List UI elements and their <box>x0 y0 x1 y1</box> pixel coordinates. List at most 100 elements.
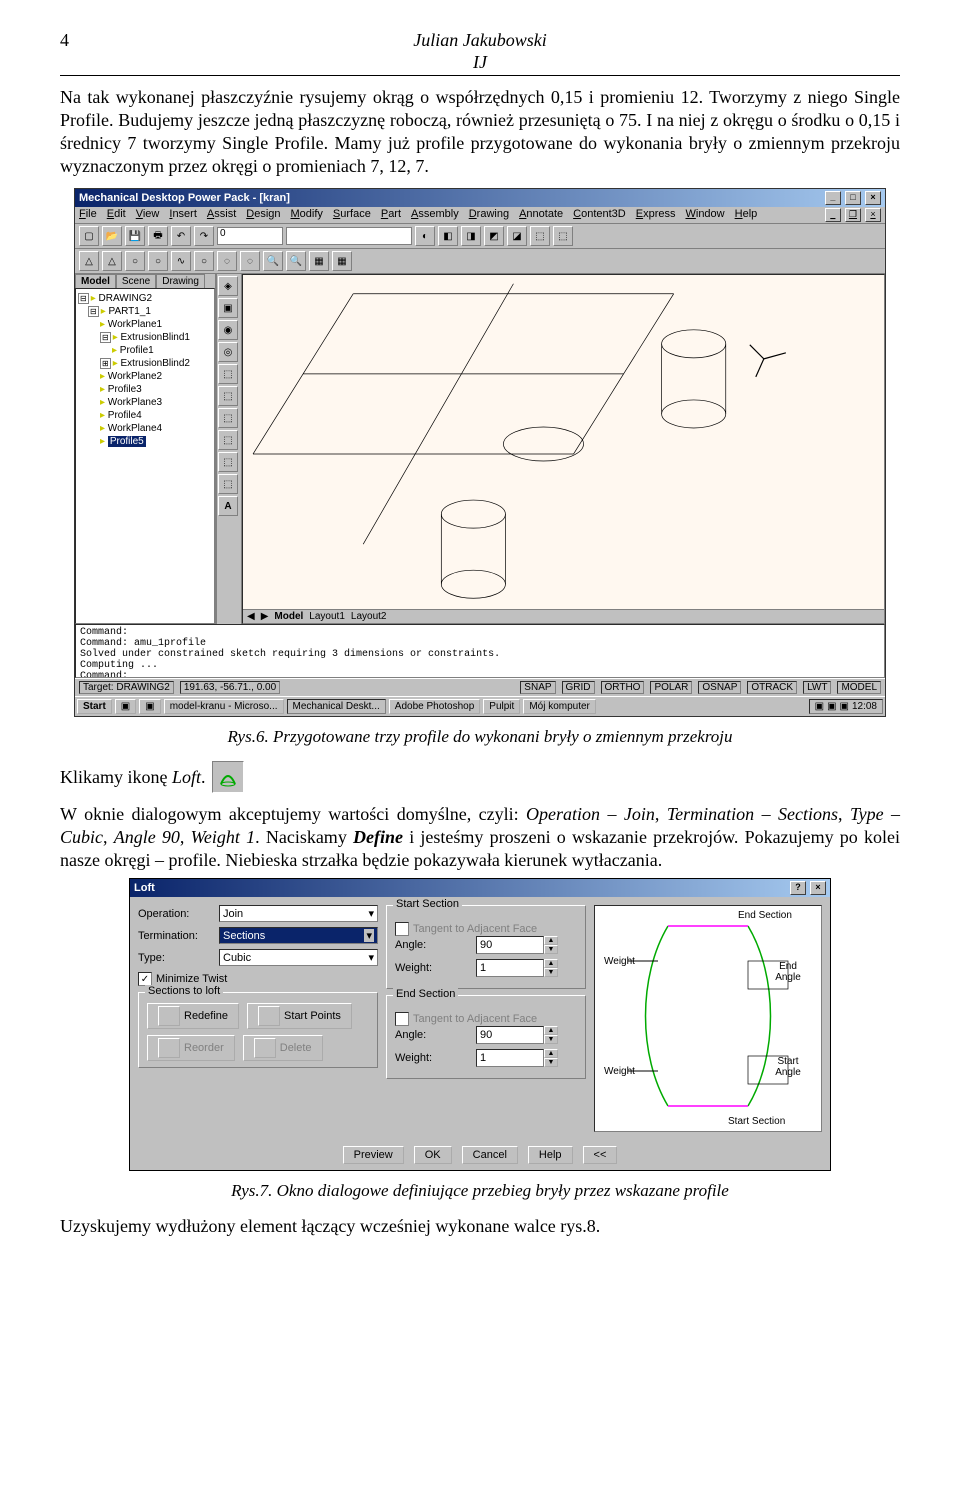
tree-node[interactable]: ⊞▸ ExtrusionBlind2 <box>78 357 212 370</box>
help-button[interactable]: Help <box>528 1146 573 1164</box>
quicklaunch-icon[interactable]: ▣ <box>139 699 160 714</box>
type-dropdown[interactable]: Cubic▾ <box>219 949 378 966</box>
tool-icon[interactable]: ◪ <box>507 226 527 246</box>
tool-icon[interactable]: ◨ <box>461 226 481 246</box>
layer-dropdown[interactable]: 0 <box>217 227 283 245</box>
menu-express[interactable]: Express <box>636 208 676 222</box>
new-icon[interactable]: ▢ <box>79 226 99 246</box>
menu-insert[interactable]: Insert <box>169 208 197 222</box>
minimize-icon[interactable]: _ <box>825 191 841 205</box>
vtab-model[interactable]: Model <box>274 611 303 622</box>
3d-viewport[interactable]: ◀ ▶ Model Layout1 Layout2 <box>242 274 885 624</box>
tray-icon[interactable]: ▣ <box>827 701 836 712</box>
tree-node[interactable]: ▸ WorkPlane1 <box>78 318 212 331</box>
tab-model[interactable]: Model <box>75 274 116 288</box>
shape-icon[interactable]: ○ <box>148 251 168 271</box>
doc-restore-icon[interactable]: ❐ <box>845 208 861 222</box>
vtool-icon[interactable]: ⬚ <box>218 386 238 406</box>
mode-osnap[interactable]: OSNAP <box>698 681 741 694</box>
spin-down-icon[interactable]: ▼ <box>544 945 558 954</box>
start-button[interactable]: Start <box>77 699 112 714</box>
tree-node[interactable]: ⊟▸ PART1_1 <box>78 305 212 318</box>
operation-dropdown[interactable]: Join▾ <box>219 905 378 922</box>
magnify-icon[interactable]: 🔍 <box>286 251 306 271</box>
mode-polar[interactable]: POLAR <box>650 681 692 694</box>
mode-ortho[interactable]: ORTHO <box>601 681 645 694</box>
start-weight-input[interactable]: ▲▼ <box>476 959 558 977</box>
tab-drawing[interactable]: Drawing <box>156 274 205 288</box>
mode-grid[interactable]: GRID <box>562 681 595 694</box>
task-item[interactable]: Pulpit <box>483 699 520 714</box>
vtool-icon[interactable]: ◎ <box>218 342 238 362</box>
spin-up-icon[interactable]: ▲ <box>544 1026 558 1035</box>
vtab-nav-icon[interactable]: ◀ <box>247 611 255 622</box>
minimize-twist-checkbox[interactable]: ✓ Minimize Twist <box>138 972 378 986</box>
shape-icon[interactable]: △ <box>102 251 122 271</box>
task-item[interactable]: Mój komputer <box>523 699 596 714</box>
startpoints-button[interactable]: Start Points <box>247 1003 352 1029</box>
print-icon[interactable]: 🖶 <box>148 226 168 246</box>
maximize-icon[interactable]: □ <box>845 191 861 205</box>
start-angle-input[interactable]: ▲▼ <box>476 936 558 954</box>
quicklaunch-icon[interactable]: ▣ <box>115 699 136 714</box>
end-angle-input[interactable]: ▲▼ <box>476 1026 558 1044</box>
menu-help[interactable]: Help <box>735 208 758 222</box>
menu-design[interactable]: Design <box>246 208 280 222</box>
undo-icon[interactable]: ↶ <box>171 226 191 246</box>
task-item[interactable]: model-kranu - Microso... <box>164 699 284 714</box>
spin-down-icon[interactable]: ▼ <box>544 1035 558 1044</box>
save-icon[interactable]: 💾 <box>125 226 145 246</box>
tree-node[interactable]: ▸ WorkPlane2 <box>78 370 212 383</box>
spin-up-icon[interactable]: ▲ <box>544 959 558 968</box>
end-weight-input[interactable]: ▲▼ <box>476 1049 558 1067</box>
spin-down-icon[interactable]: ▼ <box>544 1058 558 1067</box>
tab-scene[interactable]: Scene <box>116 274 156 288</box>
termination-dropdown[interactable]: Sections▾ <box>219 927 378 944</box>
shape-icon[interactable]: ∿ <box>171 251 191 271</box>
tree-node[interactable]: ▸ WorkPlane4 <box>78 422 212 435</box>
linetype-dropdown[interactable] <box>286 227 412 245</box>
open-icon[interactable]: 📂 <box>102 226 122 246</box>
tray-icon[interactable]: ▣ <box>815 701 824 712</box>
tree-node[interactable]: ▸ Profile4 <box>78 409 212 422</box>
menu-drawing[interactable]: Drawing <box>469 208 509 222</box>
menu-file[interactable]: File <box>79 208 97 222</box>
tree-node[interactable]: ⊟▸ DRAWING2 <box>78 292 212 305</box>
vtab-layout2[interactable]: Layout2 <box>351 611 387 622</box>
redo-icon[interactable]: ↷ <box>194 226 214 246</box>
menu-window[interactable]: Window <box>685 208 724 222</box>
cancel-button[interactable]: Cancel <box>462 1146 518 1164</box>
loft-icon[interactable] <box>212 761 244 793</box>
collapse-button[interactable]: << <box>583 1146 618 1164</box>
spin-up-icon[interactable]: ▲ <box>544 1049 558 1058</box>
menu-assist[interactable]: Assist <box>207 208 236 222</box>
spin-up-icon[interactable]: ▲ <box>544 936 558 945</box>
menu-edit[interactable]: Edit <box>107 208 126 222</box>
vtool-icon[interactable]: ◉ <box>218 320 238 340</box>
doc-minimize-icon[interactable]: _ <box>825 208 841 222</box>
menu-view[interactable]: View <box>136 208 160 222</box>
tree-node[interactable]: ▸ Profile3 <box>78 383 212 396</box>
tree-node[interactable]: ▸ Profile5 <box>78 435 212 448</box>
tool-icon[interactable]: ▦ <box>309 251 329 271</box>
tool-icon[interactable]: ◐ <box>415 226 435 246</box>
tool-icon[interactable]: ⬚ <box>553 226 573 246</box>
mode-snap[interactable]: SNAP <box>520 681 555 694</box>
vtool-icon[interactable]: ⬚ <box>218 452 238 472</box>
magnify-icon[interactable]: 🔍 <box>263 251 283 271</box>
tool-icon[interactable]: ⬚ <box>530 226 550 246</box>
ok-button[interactable]: OK <box>414 1146 452 1164</box>
menu-content3d[interactable]: Content3D <box>573 208 626 222</box>
menu-surface[interactable]: Surface <box>333 208 371 222</box>
tool-icon[interactable]: ◧ <box>438 226 458 246</box>
tree-node[interactable]: ▸ Profile1 <box>78 344 212 357</box>
tree-node[interactable]: ▸ WorkPlane3 <box>78 396 212 409</box>
vtool-icon[interactable]: ⬚ <box>218 474 238 494</box>
tool-icon[interactable]: ▦ <box>332 251 352 271</box>
help-icon[interactable]: ? <box>790 881 806 895</box>
text-icon[interactable]: A <box>218 496 238 516</box>
menu-part[interactable]: Part <box>381 208 401 222</box>
vtool-icon[interactable]: ◈ <box>218 276 238 296</box>
menu-annotate[interactable]: Annotate <box>519 208 563 222</box>
preview-button[interactable]: Preview <box>343 1146 404 1164</box>
